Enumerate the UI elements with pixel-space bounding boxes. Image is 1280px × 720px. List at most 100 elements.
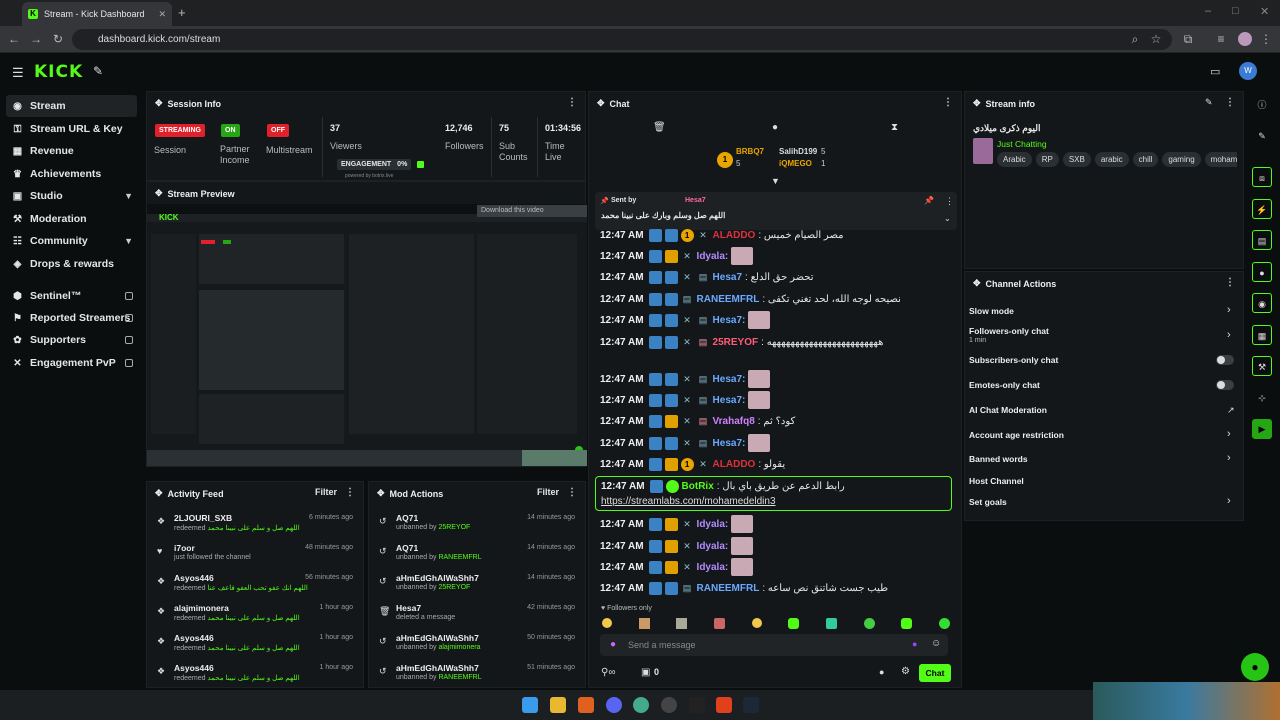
bookmark-star-icon[interactable]: ☆ bbox=[1148, 31, 1164, 47]
media-icon[interactable]: ≡ bbox=[1213, 31, 1229, 47]
flash-icon[interactable]: ⚡ bbox=[1252, 199, 1272, 219]
tag[interactable]: mohamed bbox=[1204, 152, 1237, 167]
chrome-icon[interactable] bbox=[633, 697, 649, 713]
share-icon[interactable]: ⊹ bbox=[1252, 388, 1272, 408]
user-avatar[interactable]: W bbox=[1239, 62, 1257, 80]
activity-menu-icon[interactable]: ⋮ bbox=[345, 487, 355, 498]
top-user-1[interactable]: BRBQ7 bbox=[736, 147, 764, 156]
chat-message[interactable]: 12:47 AM ✕ ▤ Hesa7: bbox=[600, 390, 771, 410]
chat-message[interactable]: 12:47 AM ▤ RANEEMFRL: طيب جست شاتنق نص ساع… bbox=[600, 578, 888, 598]
message-username[interactable]: Idyala: bbox=[697, 562, 729, 573]
kick-emote-icon[interactable]: ● bbox=[912, 639, 917, 649]
tag[interactable]: SXB bbox=[1062, 152, 1091, 167]
botrix-highlight-message[interactable]: 12:47 AM BotRix : رابط الدعم عن طريق باي… bbox=[595, 476, 952, 511]
tab-close-icon[interactable]: ✕ bbox=[158, 9, 166, 20]
message-username[interactable]: Idyala: bbox=[697, 251, 729, 262]
message-username[interactable]: Idyala: bbox=[697, 541, 729, 552]
hamburger-menu-icon[interactable]: ☰ bbox=[12, 65, 24, 81]
discord-icon[interactable] bbox=[606, 697, 622, 713]
edit-pencil-icon[interactable]: ✎ bbox=[1252, 126, 1272, 146]
message-username[interactable]: Idyala: bbox=[697, 519, 729, 530]
infinity-icon[interactable]: ⚲∞ bbox=[601, 667, 615, 678]
chat-message[interactable]: 12:47 AM ✕ ▤ Hesa7: bbox=[600, 369, 771, 389]
chat-message[interactable]: 12:47 AM ✕ ▤ Hesa7: bbox=[600, 433, 771, 453]
chat-message[interactable]: 12:47 AM ✕ ▤ Hesa7: bbox=[600, 310, 771, 330]
stream-info-menu-icon[interactable]: ⋮ bbox=[1225, 97, 1235, 108]
message-username[interactable]: RANEEMFRL bbox=[697, 583, 760, 594]
chat-message[interactable]: 12:47 AM ✕ Idyala: bbox=[600, 246, 754, 266]
address-bar[interactable]: dashboard.kick.com/stream bbox=[72, 29, 1172, 50]
emote-9-icon[interactable] bbox=[901, 617, 913, 629]
move-handle-icon[interactable]: ✥ bbox=[973, 278, 981, 289]
sidebar-item-revenue[interactable]: ▦ Revenue bbox=[6, 140, 137, 162]
app-icon[interactable] bbox=[578, 697, 594, 713]
windows-start-icon[interactable] bbox=[522, 697, 538, 713]
multistream-off-badge[interactable]: OFF bbox=[267, 124, 289, 137]
top-user-2[interactable]: SalihD199 bbox=[779, 147, 817, 156]
settings-gear-icon[interactable]: ⚙ bbox=[901, 666, 910, 677]
mod-menu-icon[interactable]: ⋮ bbox=[567, 487, 577, 498]
broadcast-tool-icon[interactable]: ◉ bbox=[1252, 293, 1272, 313]
donation-link[interactable]: https://streamlabs.com/mohamedeldin3 bbox=[601, 496, 776, 507]
message-username[interactable]: Hesa7 bbox=[713, 272, 742, 283]
category-name[interactable]: Just Chatting bbox=[997, 139, 1047, 149]
emote-3-icon[interactable] bbox=[676, 617, 688, 629]
stream-video-player[interactable]: KICK Download this video bbox=[147, 204, 587, 466]
epic-games-icon[interactable] bbox=[689, 697, 705, 713]
reload-icon[interactable]: ↻ bbox=[50, 31, 66, 47]
message-username[interactable]: RANEEMFRL bbox=[697, 294, 760, 305]
engagement-widget[interactable]: ENGAGEMENT 0% bbox=[337, 159, 412, 170]
activity-row[interactable]: ❖ Asyos446 redeemed اللهم انك عفو تحب ال… bbox=[147, 570, 363, 600]
chat-message[interactable]: 12:47 AM ✕ ▤ 25REYOF: ههههههههههههههههههههه… bbox=[600, 332, 883, 352]
session-tool-icon[interactable]: ⧈ bbox=[1252, 167, 1272, 187]
zoom-icon[interactable]: ⌕ bbox=[1127, 31, 1143, 47]
pinned-user[interactable]: Hesa7 bbox=[685, 197, 706, 204]
profile-avatar[interactable] bbox=[1238, 32, 1252, 46]
chat-input[interactable]: ● Send a message ● ☺ bbox=[600, 634, 948, 656]
followers-only-chat-label[interactable]: Followers-only chat bbox=[969, 326, 1049, 336]
set-goals-label[interactable]: Set goals bbox=[969, 497, 1007, 507]
sidebar-item-achievements[interactable]: ♛ Achievements bbox=[6, 163, 137, 185]
activity-filter-button[interactable]: Filter bbox=[315, 487, 337, 497]
send-chat-button[interactable]: Chat bbox=[919, 664, 951, 682]
sidebar-item-supporters[interactable]: ✿ Supporters bbox=[6, 329, 137, 351]
info-icon[interactable]: ⓘ bbox=[1252, 95, 1272, 115]
activity-row[interactable]: ❖ 2LJOURI_SXB redeemed اللهم صل و سلم عل… bbox=[147, 510, 363, 540]
file-explorer-icon[interactable] bbox=[550, 697, 566, 713]
back-icon[interactable]: ← bbox=[6, 31, 22, 47]
mod-filter-button[interactable]: Filter bbox=[537, 487, 559, 497]
chevron-right-icon[interactable]: › bbox=[1227, 452, 1231, 464]
new-tab-icon[interactable]: + bbox=[178, 5, 186, 20]
tag[interactable]: gaming bbox=[1162, 152, 1201, 167]
window-close-icon[interactable]: ✕ bbox=[1260, 5, 1269, 18]
mod-row[interactable]: 🗑 Hesa7 deleted a message 42 minutes ago bbox=[369, 600, 585, 630]
maximize-icon[interactable]: □ bbox=[1232, 5, 1239, 17]
browser-menu-icon[interactable]: ⋮ bbox=[1258, 31, 1274, 47]
chat-message[interactable]: 12:47 AM ✕ ▤ Hesa7: تحضر حق الدلع bbox=[600, 267, 814, 287]
download-video-button[interactable]: Download this video bbox=[477, 205, 587, 217]
move-handle-icon[interactable]: ✥ bbox=[377, 488, 385, 499]
mod-row[interactable]: ↺ aHmEdGhAlWaShh7 unbanned by alajmimone… bbox=[369, 630, 585, 660]
message-username[interactable]: BotRix bbox=[682, 481, 714, 492]
emote-2-icon[interactable] bbox=[638, 617, 650, 629]
document-icon[interactable]: ▤ bbox=[1252, 230, 1272, 250]
mod-row[interactable]: ↺ aHmEdGhAlWaShh7 unbanned by 25REYOF 14… bbox=[369, 570, 585, 600]
session-menu-icon[interactable]: ⋮ bbox=[567, 97, 577, 108]
activity-row[interactable]: ♥ i7oor just followed the channel 48 min… bbox=[147, 540, 363, 570]
edit-pencil-icon[interactable]: ✎ bbox=[1205, 97, 1213, 108]
move-handle-icon[interactable]: ✥ bbox=[155, 188, 163, 199]
emoji-icon[interactable]: ☺ bbox=[931, 638, 941, 649]
sidebar-item-reported-streamers[interactable]: ⚑ Reported Streamers bbox=[6, 307, 137, 329]
external-link-icon[interactable]: ↗ bbox=[1227, 405, 1235, 416]
mic-icon[interactable]: ● bbox=[610, 639, 616, 650]
banned-words-label[interactable]: Banned words bbox=[969, 454, 1028, 464]
browser-tab[interactable]: K Stream - Kick Dashboard ✕ bbox=[22, 2, 172, 26]
clapper-icon[interactable]: ▶ bbox=[1252, 419, 1272, 439]
emote-8-icon[interactable] bbox=[863, 617, 875, 629]
message-username[interactable]: ALADDO bbox=[713, 459, 756, 470]
emote-6-icon[interactable] bbox=[788, 617, 800, 629]
ai-chat-moderation-label[interactable]: AI Chat Moderation bbox=[969, 405, 1047, 415]
tag[interactable]: chill bbox=[1132, 152, 1159, 167]
message-username[interactable]: Hesa7: bbox=[713, 315, 746, 326]
chat-menu-icon[interactable]: ⋮ bbox=[943, 97, 953, 108]
